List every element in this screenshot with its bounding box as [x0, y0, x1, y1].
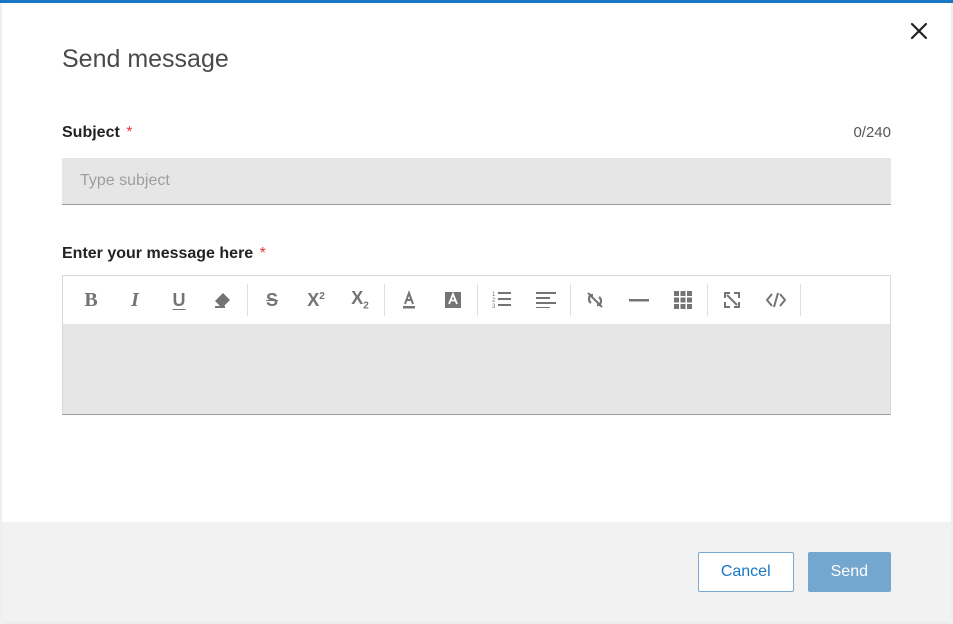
subject-label-wrap: Subject *	[62, 124, 132, 142]
horizontal-rule-button[interactable]	[617, 276, 661, 324]
modal-title: Send message	[62, 45, 891, 74]
toolbar-separator	[707, 284, 708, 316]
text-color-icon	[399, 290, 419, 310]
code-view-button[interactable]	[754, 276, 798, 324]
underline-button[interactable]: U	[157, 276, 201, 324]
toolbar-separator	[477, 284, 478, 316]
close-icon	[909, 21, 929, 41]
toolbar-separator	[570, 284, 571, 316]
align-icon	[536, 292, 556, 308]
horizontal-rule-icon	[629, 298, 649, 302]
unlink-icon	[584, 290, 606, 310]
highlight-icon	[443, 290, 463, 310]
subject-required-indicator: *	[126, 124, 132, 141]
italic-button[interactable]: I	[113, 276, 157, 324]
align-button[interactable]	[524, 276, 568, 324]
editor-toolbar: B I U S X2 X2	[63, 276, 890, 324]
underline-icon: U	[173, 290, 186, 311]
toolbar-separator	[247, 284, 248, 316]
toolbar-separator	[800, 284, 801, 316]
cancel-button[interactable]: Cancel	[698, 552, 794, 592]
subject-label: Subject	[62, 124, 120, 141]
ordered-list-button[interactable]: 123	[480, 276, 524, 324]
strikethrough-button[interactable]: S	[250, 276, 294, 324]
send-message-modal: Send message Subject * 0/240 Enter your …	[2, 3, 951, 622]
bold-button[interactable]: B	[69, 276, 113, 324]
message-label: Enter your message here	[62, 245, 253, 262]
close-button[interactable]	[909, 21, 933, 45]
message-required-indicator: *	[260, 245, 266, 262]
italic-icon: I	[131, 289, 139, 312]
strikethrough-icon: S	[266, 290, 278, 311]
clear-format-button[interactable]	[201, 276, 245, 324]
rich-text-editor: B I U S X2 X2	[62, 275, 891, 415]
superscript-icon: X2	[307, 290, 325, 311]
unlink-button[interactable]	[573, 276, 617, 324]
eraser-icon	[212, 290, 234, 310]
send-button[interactable]: Send	[808, 552, 891, 592]
bold-icon: B	[84, 289, 97, 312]
subject-char-counter: 0/240	[853, 124, 891, 141]
svg-text:3: 3	[492, 304, 496, 309]
highlight-color-button[interactable]	[431, 276, 475, 324]
ordered-list-icon: 123	[492, 291, 512, 309]
superscript-button[interactable]: X2	[294, 276, 338, 324]
message-label-wrap: Enter your message here *	[62, 245, 891, 263]
table-button[interactable]	[661, 276, 705, 324]
toolbar-separator	[384, 284, 385, 316]
code-icon	[765, 292, 787, 308]
fullscreen-icon	[723, 291, 741, 309]
message-input[interactable]	[63, 324, 890, 414]
fullscreen-button[interactable]	[710, 276, 754, 324]
table-grid-icon	[674, 291, 692, 309]
subscript-icon: X2	[351, 288, 369, 312]
subject-input[interactable]	[62, 158, 891, 205]
modal-footer: Cancel Send	[2, 522, 951, 622]
subscript-button[interactable]: X2	[338, 276, 382, 324]
text-color-button[interactable]	[387, 276, 431, 324]
